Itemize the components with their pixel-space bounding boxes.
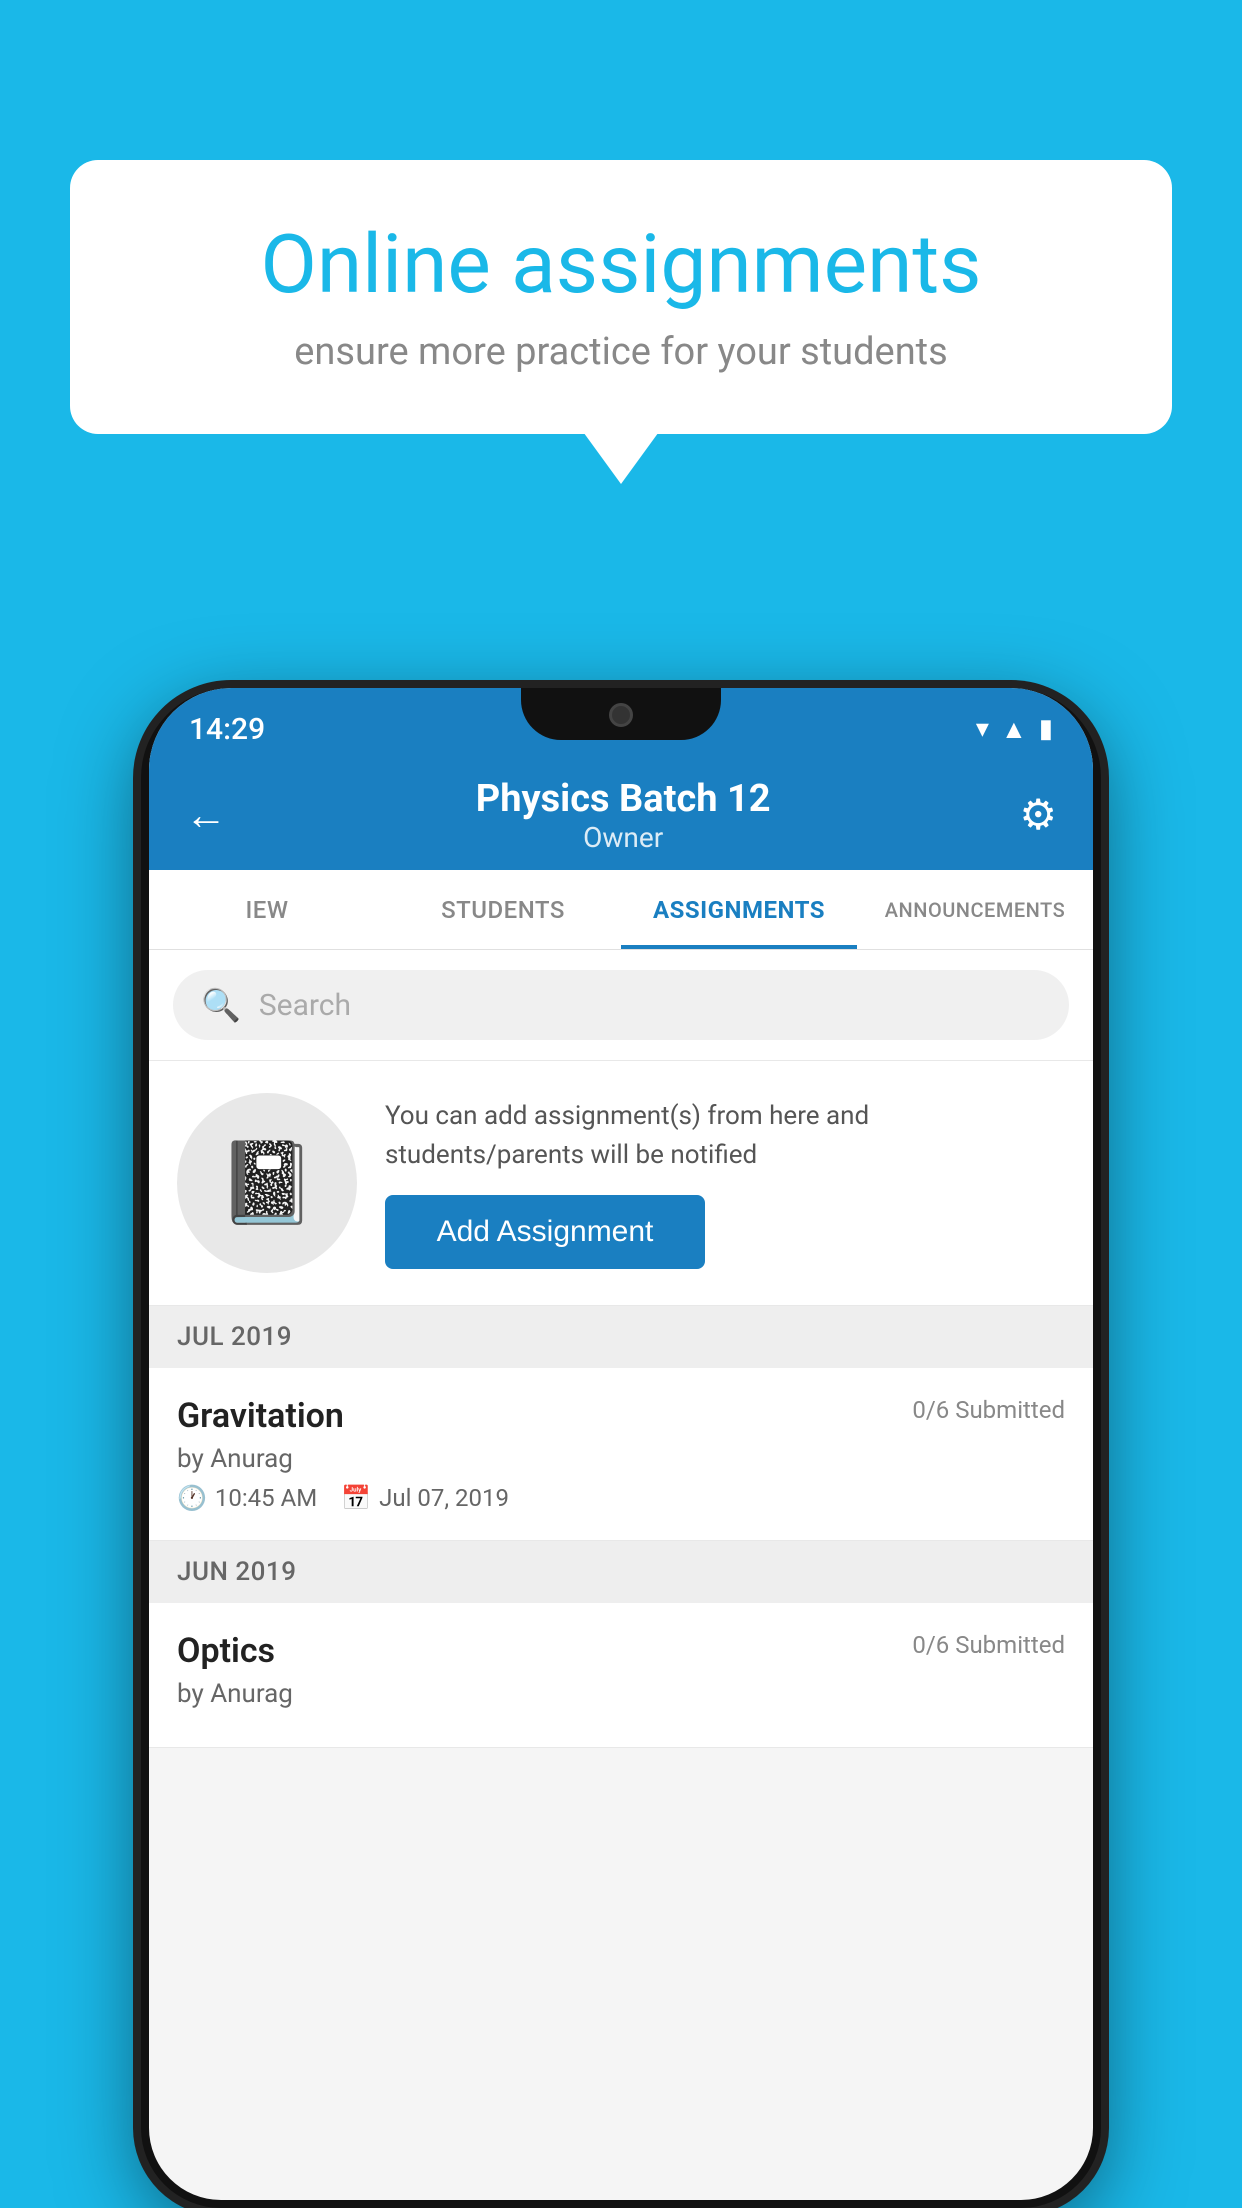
assignment-item-header-optics: Optics 0/6 Submitted — [177, 1631, 1065, 1671]
tab-overview[interactable]: IEW — [149, 870, 385, 949]
settings-icon[interactable]: ⚙ — [1019, 790, 1057, 840]
wifi-icon: ▾ — [976, 714, 989, 744]
assignment-name-optics: Optics — [177, 1631, 275, 1671]
status-time: 14:29 — [189, 712, 265, 747]
signal-icon: ▲ — [1001, 714, 1027, 745]
tab-students[interactable]: STUDENTS — [385, 870, 621, 949]
promo-description: You can add assignment(s) from here and … — [385, 1097, 1065, 1175]
assignment-time-gravitation: 🕐 10:45 AM — [177, 1484, 317, 1512]
calendar-icon: 📅 — [341, 1484, 371, 1512]
back-button[interactable]: ← — [185, 791, 227, 840]
tab-assignments[interactable]: ASSIGNMENTS — [621, 870, 857, 949]
assignment-item-gravitation[interactable]: Gravitation 0/6 Submitted by Anurag 🕐 10… — [149, 1368, 1093, 1541]
phone-frame: 14:29 ▾ ▲ ▮ ← Physics Batch 12 Owner ⚙ I… — [141, 688, 1101, 2208]
camera — [609, 703, 633, 727]
assignment-submitted-optics: 0/6 Submitted — [912, 1631, 1065, 1659]
tab-assignments-label: ASSIGNMENTS — [653, 896, 825, 924]
assignment-date-text: Jul 07, 2019 — [379, 1484, 509, 1512]
assignment-by-gravitation: by Anurag — [177, 1444, 1065, 1474]
assignment-meta-gravitation: 🕐 10:45 AM 📅 Jul 07, 2019 — [177, 1484, 1065, 1512]
assignment-submitted-gravitation: 0/6 Submitted — [912, 1396, 1065, 1424]
speech-bubble: Online assignments ensure more practice … — [70, 160, 1172, 434]
assignment-by-optics: by Anurag — [177, 1679, 1065, 1709]
header-title-block: Physics Batch 12 Owner — [227, 777, 1019, 854]
tab-overview-label: IEW — [246, 896, 289, 924]
speech-bubble-container: Online assignments ensure more practice … — [70, 160, 1172, 434]
section-header-jul-2019: JUL 2019 — [149, 1306, 1093, 1368]
assignment-promo: 📓 You can add assignment(s) from here an… — [149, 1061, 1093, 1306]
search-placeholder: Search — [259, 988, 351, 1023]
status-icons: ▾ ▲ ▮ — [976, 714, 1053, 745]
assignment-date-gravitation: 📅 Jul 07, 2019 — [341, 1484, 509, 1512]
notebook-icon: 📓 — [217, 1136, 317, 1230]
speech-bubble-title: Online assignments — [140, 220, 1102, 310]
assignment-item-optics[interactable]: Optics 0/6 Submitted by Anurag — [149, 1603, 1093, 1748]
assignment-time-text: 10:45 AM — [215, 1484, 317, 1512]
battery-icon: ▮ — [1039, 714, 1053, 744]
promo-icon-circle: 📓 — [177, 1093, 357, 1273]
assignment-item-header: Gravitation 0/6 Submitted — [177, 1396, 1065, 1436]
speech-bubble-subtitle: ensure more practice for your students — [140, 330, 1102, 374]
search-bar-container: 🔍 Search — [149, 950, 1093, 1061]
search-bar[interactable]: 🔍 Search — [173, 970, 1069, 1040]
tab-announcements[interactable]: ANNOUNCEMENTS — [857, 870, 1093, 949]
header-title: Physics Batch 12 — [227, 777, 1019, 821]
clock-icon: 🕐 — [177, 1484, 207, 1512]
content-area: 🔍 Search 📓 You can add assignment(s) fro… — [149, 950, 1093, 1748]
assignment-name-gravitation: Gravitation — [177, 1396, 344, 1436]
phone-screen: 14:29 ▾ ▲ ▮ ← Physics Batch 12 Owner ⚙ I… — [149, 688, 1093, 2200]
header-subtitle: Owner — [227, 821, 1019, 854]
tab-announcements-label: ANNOUNCEMENTS — [885, 898, 1065, 922]
tab-bar: IEW STUDENTS ASSIGNMENTS ANNOUNCEMENTS — [149, 870, 1093, 950]
app-header: ← Physics Batch 12 Owner ⚙ — [149, 760, 1093, 870]
phone-notch — [521, 688, 721, 740]
section-header-jun-2019: JUN 2019 — [149, 1541, 1093, 1603]
search-icon: 🔍 — [201, 986, 241, 1024]
promo-content: You can add assignment(s) from here and … — [385, 1097, 1065, 1269]
add-assignment-button[interactable]: Add Assignment — [385, 1195, 705, 1269]
tab-students-label: STUDENTS — [441, 896, 565, 924]
